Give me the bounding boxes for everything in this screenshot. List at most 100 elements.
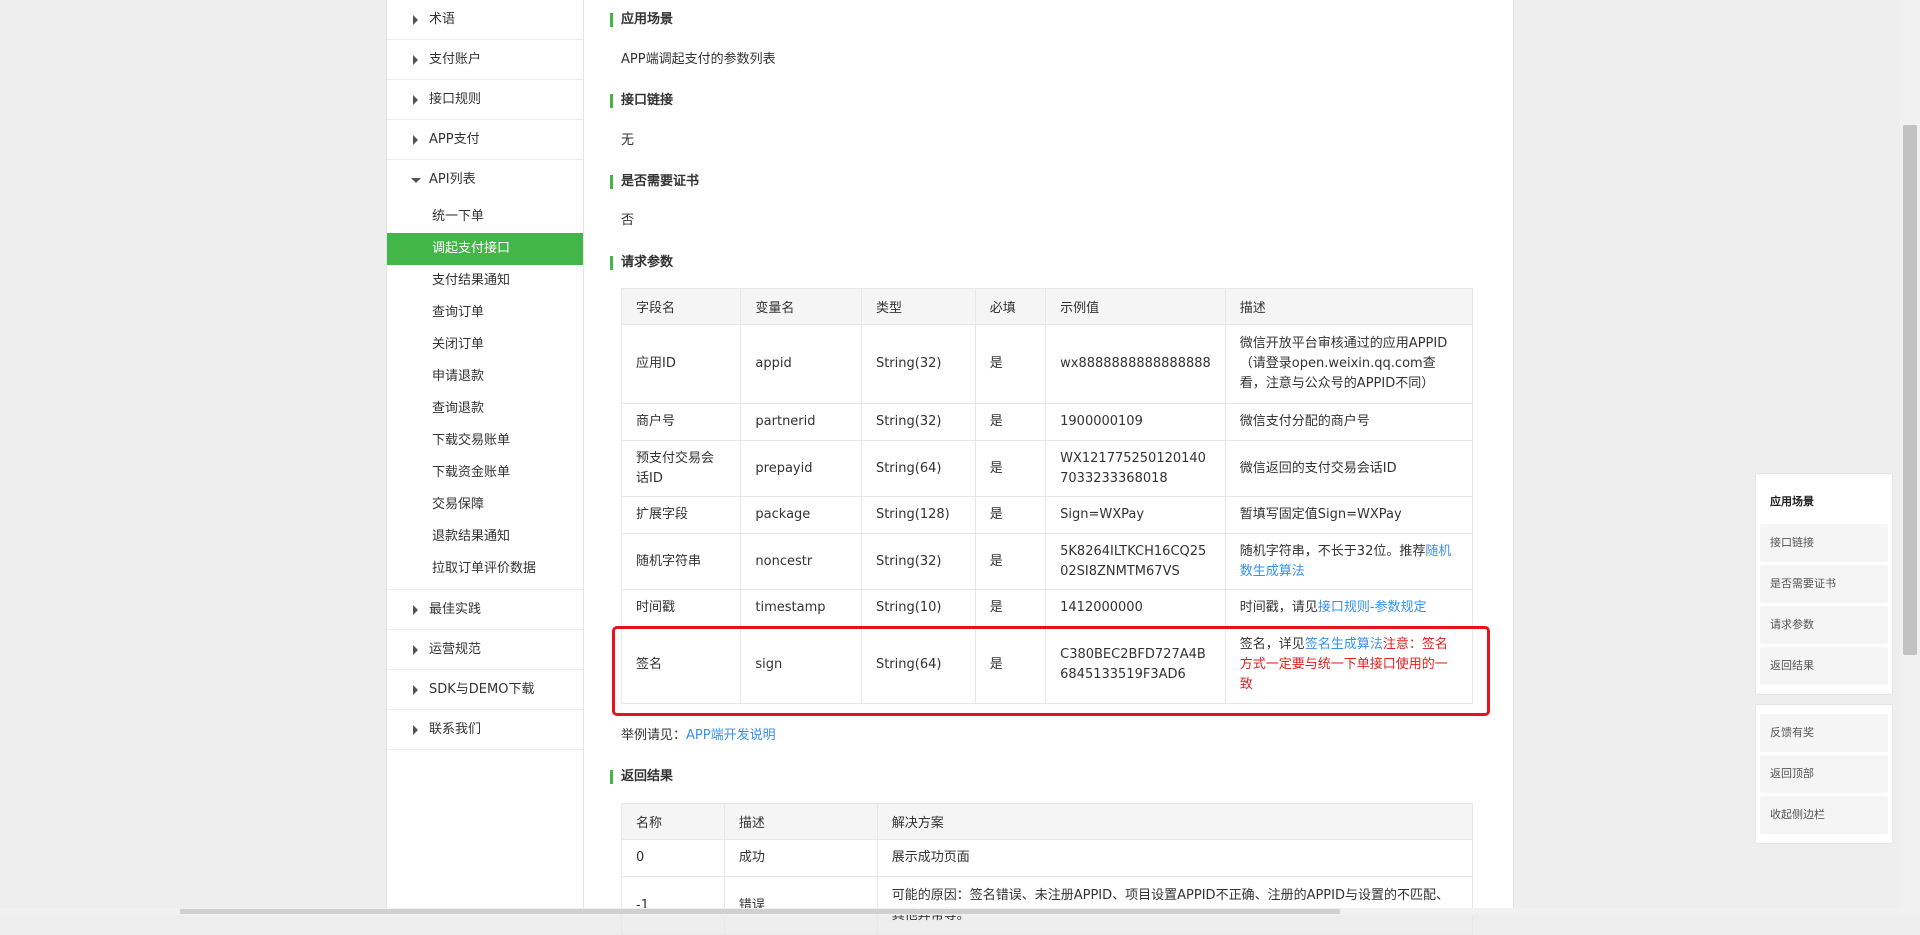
- sidebar-item-payment-account[interactable]: 支付账户: [387, 40, 583, 80]
- cell-required: 是: [974, 626, 1047, 704]
- sign-algo-link[interactable]: 签名生成算法: [1305, 637, 1383, 652]
- sidebar-item-label: 接口规则: [429, 92, 482, 107]
- sidebar-nav: 术语 支付账户 接口规则 APP支付 API列表 统一下单 调起支付接口 支付结…: [387, 0, 584, 915]
- cell-name: -1: [621, 876, 725, 935]
- sidebar-item-contact[interactable]: 联系我们: [387, 710, 583, 750]
- sidebar-item-app-pay[interactable]: APP支付: [387, 120, 583, 160]
- table-row: 时间戳 timestamp String(10) 是 1412000000 时间…: [620, 589, 1474, 627]
- sidebar-item-sdk-demo[interactable]: SDK与DEMO下载: [387, 670, 583, 710]
- sidebar-item-label: 联系我们: [429, 722, 482, 737]
- sidebar-sub-payment-notify[interactable]: 支付结果通知: [387, 265, 583, 297]
- cell-type: String(64): [860, 626, 976, 704]
- sidebar-item-label: 支付账户: [429, 52, 482, 67]
- app-dev-guide-link[interactable]: APP端开发说明: [686, 728, 776, 743]
- scrollbar-thumb[interactable]: [1903, 125, 1917, 655]
- cell-required: 是: [974, 440, 1047, 497]
- caret-right-icon: [413, 685, 418, 695]
- vertical-scrollbar[interactable]: [1900, 0, 1920, 915]
- cell-var: prepayid: [740, 440, 862, 497]
- caret-right-icon: [413, 725, 418, 735]
- anchor-scene[interactable]: 应用场景: [1760, 483, 1888, 521]
- sidebar-item-operation-rules[interactable]: 运营规范: [387, 630, 583, 670]
- feedback-button[interactable]: 反馈有奖: [1760, 714, 1888, 752]
- column-header: 字段名: [620, 288, 742, 325]
- caret-right-icon: [413, 95, 418, 105]
- table-row: 随机字符串 noncestr String(32) 是 5K8264ILTKCH…: [620, 533, 1474, 590]
- column-header: 描述: [1224, 288, 1474, 325]
- desc-text: 随机字符串，不长于32位。推荐: [1239, 543, 1426, 559]
- sidebar-sub-refund-notify[interactable]: 退款结果通知: [387, 521, 583, 553]
- page-layout: 术语 支付账户 接口规则 APP支付 API列表 统一下单 调起支付接口 支付结…: [386, 0, 1514, 935]
- cell-type: String(32): [860, 403, 976, 441]
- anchor-request[interactable]: 请求参数: [1760, 606, 1888, 644]
- sidebar-sub-fund-bill[interactable]: 下载资金账单: [387, 457, 583, 489]
- sidebar-item-label: 术语: [429, 12, 456, 27]
- link-text: 无: [621, 133, 635, 148]
- sidebar-sub-trade-guarantee[interactable]: 交易保障: [387, 489, 583, 521]
- cell-required: 是: [974, 403, 1047, 441]
- sidebar-item-best-practice[interactable]: 最佳实践: [387, 590, 583, 630]
- sidebar-sub-list: 统一下单 调起支付接口 支付结果通知 查询订单 关闭订单 申请退款 查询退款 下…: [387, 199, 583, 590]
- horizontal-scrollbar[interactable]: [0, 908, 1900, 915]
- cell-required: 是: [974, 324, 1047, 404]
- column-header: 变量名: [740, 288, 862, 325]
- sidebar-item-terms[interactable]: 术语: [387, 0, 583, 40]
- section-title-scene: 应用场景: [610, 12, 673, 28]
- table-row: 扩展字段 package String(128) 是 Sign=WXPay 暂填…: [620, 496, 1474, 534]
- cell-desc: 随机字符串，不长于32位。推荐随机数生成算法: [1224, 533, 1474, 590]
- sidebar-item-label: API列表: [429, 172, 476, 187]
- request-params-table: 字段名 变量名 类型 必填 示例值 描述 应用ID appid String(3…: [620, 288, 1474, 704]
- cell-field: 应用ID: [620, 324, 742, 404]
- cell-var: noncestr: [740, 533, 862, 590]
- anchor-result[interactable]: 返回结果: [1760, 647, 1888, 685]
- caret-down-icon: [411, 178, 421, 183]
- anchor-link[interactable]: 接口链接: [1760, 524, 1888, 562]
- cell-name: 0: [621, 839, 725, 877]
- sidebar-sub-refund[interactable]: 申请退款: [387, 361, 583, 393]
- cell-field: 预支付交易会话ID: [620, 440, 742, 497]
- table-row: 0 成功 展示成功页面: [621, 839, 1474, 877]
- result-table: 名称 描述 解决方案 0 成功 展示成功页面 -1 错误 可能的原因：签名错误、…: [621, 803, 1474, 935]
- cell-field: 扩展字段: [620, 496, 742, 534]
- right-float-panel: 应用场景 接口链接 是否需要证书 请求参数 返回结果 反馈有奖 返回顶部 收起侧…: [1755, 473, 1893, 853]
- sidebar-sub-query-order[interactable]: 查询订单: [387, 297, 583, 329]
- cell-desc: 成功: [723, 839, 878, 877]
- column-header: 解决方案: [876, 803, 1474, 840]
- cell-required: 是: [974, 533, 1047, 590]
- section-title-request: 请求参数: [610, 255, 673, 271]
- cell-solution: 可能的原因：签名错误、未注册APPID、项目设置APPID不正确、注册的APPI…: [876, 876, 1474, 935]
- cell-example: wx8888888888888888: [1045, 324, 1226, 404]
- caret-right-icon: [413, 15, 418, 25]
- sidebar-sub-query-refund[interactable]: 查询退款: [387, 393, 583, 425]
- column-header: 必填: [974, 288, 1047, 325]
- sidebar-sub-close-order[interactable]: 关闭订单: [387, 329, 583, 361]
- anchor-cert[interactable]: 是否需要证书: [1760, 565, 1888, 603]
- section-title-link: 接口链接: [610, 93, 673, 109]
- scrollbar-thumb[interactable]: [180, 909, 1340, 914]
- collapse-sidebar-button[interactable]: 收起侧边栏: [1760, 796, 1888, 834]
- sidebar-item-api-list[interactable]: API列表: [387, 160, 583, 199]
- sidebar-sub-invoke-payment[interactable]: 调起支付接口: [387, 233, 583, 265]
- cell-var: appid: [740, 324, 862, 404]
- cell-example: 5K8264ILTKCH16CQ2502SI8ZNMTM67VS: [1045, 533, 1226, 590]
- caret-right-icon: [413, 605, 418, 615]
- table-row: 预支付交易会话ID prepayid String(64) 是 WX121775…: [620, 440, 1474, 497]
- desc-text: 签名，详见: [1239, 637, 1305, 652]
- anchor-nav: 应用场景 接口链接 是否需要证书 请求参数 返回结果: [1755, 473, 1893, 695]
- cell-example: 1900000109: [1045, 403, 1226, 441]
- table-row: 应用ID appid String(32) 是 wx88888888888888…: [620, 324, 1474, 404]
- cell-example: Sign=WXPay: [1045, 496, 1226, 534]
- cell-field: 商户号: [620, 403, 742, 441]
- column-header: 类型: [860, 288, 976, 325]
- sidebar-sub-order-comments[interactable]: 拉取订单评价数据: [387, 553, 583, 585]
- example-note: 举例请见：APP端开发说明: [621, 724, 776, 743]
- sidebar-sub-unified-order[interactable]: 统一下单: [387, 201, 583, 233]
- sidebar-sub-trade-bill[interactable]: 下载交易账单: [387, 425, 583, 457]
- back-to-top-button[interactable]: 返回顶部: [1760, 755, 1888, 793]
- cell-desc: 错误: [723, 876, 878, 935]
- desc-text: 时间戳，请见: [1239, 600, 1318, 615]
- param-rules-link[interactable]: 接口规则-参数规定: [1318, 600, 1427, 615]
- cell-var: timestamp: [740, 589, 862, 627]
- sidebar-item-api-rules[interactable]: 接口规则: [387, 80, 583, 120]
- cell-var: sign: [740, 626, 862, 704]
